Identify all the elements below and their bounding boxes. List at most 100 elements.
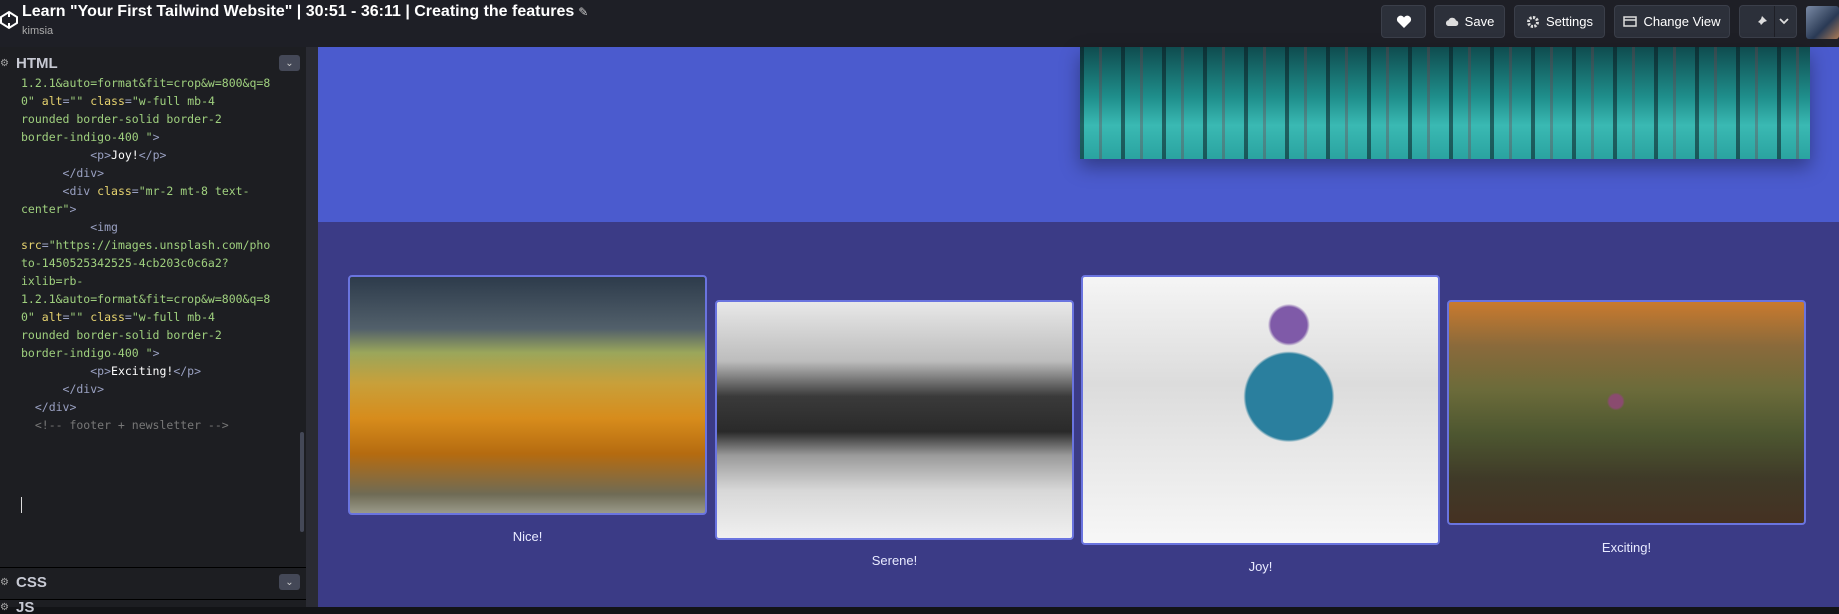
- code-line[interactable]: </div>: [21, 164, 105, 182]
- code-line[interactable]: 1.2.1&auto=format&fit=crop&w=800&q=8: [21, 290, 270, 308]
- code-line[interactable]: rounded border-solid border-2: [21, 110, 222, 128]
- code-line[interactable]: border-indigo-400 ">: [21, 344, 160, 362]
- skier-in-snow-photo: [1081, 275, 1440, 545]
- code-token: =: [62, 310, 70, 324]
- code-token: <img: [21, 220, 118, 234]
- settings-button[interactable]: Settings: [1514, 5, 1605, 38]
- code-token: </div>: [21, 166, 105, 180]
- code-token: <p>: [21, 364, 112, 378]
- chevron-down-icon[interactable]: ⌄: [279, 574, 300, 590]
- code-line[interactable]: ixlib=rb-: [21, 272, 83, 290]
- card-caption: Exciting!: [1601, 540, 1652, 555]
- settings-label: Settings: [1546, 14, 1593, 29]
- resize-handle[interactable]: [306, 47, 318, 607]
- code-token: rounded border-solid border-2: [21, 112, 222, 126]
- code-token: <!-- footer + newsletter -->: [21, 418, 229, 432]
- code-token: ixlib=rb-: [21, 274, 84, 288]
- code-token: </p>: [173, 364, 202, 378]
- save-button[interactable]: Save: [1434, 5, 1505, 38]
- save-label: Save: [1464, 14, 1495, 29]
- html-pane-header[interactable]: ⚙ HTML ⌄: [0, 52, 306, 74]
- html-pane-title: HTML: [16, 54, 58, 72]
- cloud-icon: [1445, 17, 1458, 26]
- code-token: </div>: [21, 382, 105, 396]
- code-token: to-1450525342525-4cb203c0c6a2?: [21, 256, 229, 270]
- code-line[interactable]: <p>Joy!</p>: [21, 146, 166, 164]
- code-token: class: [83, 310, 125, 324]
- code-line[interactable]: 0" alt="" class="w-full mb-4: [21, 308, 215, 326]
- preview-frame: Nice! Serene! Joy! Exciting!: [318, 47, 1839, 607]
- code-token: "": [69, 310, 84, 324]
- code-token: class: [83, 94, 125, 108]
- code-editor-panel: ⚙ HTML ⌄ 1.2.1&auto=format&fit=crop&w=80…: [0, 47, 306, 614]
- code-line[interactable]: <p>Exciting!</p>: [21, 362, 201, 380]
- code-token: >: [152, 346, 160, 360]
- code-token: 0": [21, 94, 35, 108]
- edit-pencil-icon[interactable]: ✎: [578, 5, 588, 19]
- text-cursor: [21, 497, 22, 513]
- author-name[interactable]: kimsia: [22, 25, 53, 37]
- code-token: =: [131, 184, 139, 198]
- code-token: 1.2.1&auto=format&fit=crop&w=800&q=8: [21, 292, 271, 306]
- code-token: alt: [34, 310, 63, 324]
- pen-title-text: Learn "Your First Tailwind Website" | 30…: [22, 3, 575, 20]
- hero-section: [318, 47, 1839, 222]
- code-token: <p>: [21, 148, 112, 162]
- gear-icon: [1527, 15, 1539, 28]
- code-token: "mr-2 mt-8 text-: [138, 184, 250, 198]
- code-line[interactable]: src="https://images.unsplash.com/pho: [21, 236, 270, 254]
- code-line[interactable]: </div>: [21, 398, 77, 416]
- code-line[interactable]: center">: [21, 200, 76, 218]
- code-token: =: [41, 238, 49, 252]
- heart-icon: [1396, 15, 1411, 28]
- code-line[interactable]: <div class="mr-2 mt-8 text-: [21, 182, 250, 200]
- code-line[interactable]: rounded border-solid border-2: [21, 326, 222, 344]
- codepen-logo-icon[interactable]: [0, 9, 18, 31]
- code-line[interactable]: </div>: [21, 380, 105, 398]
- code-line[interactable]: <!-- footer + newsletter -->: [21, 416, 229, 434]
- css-gear-icon[interactable]: ⚙: [0, 577, 10, 588]
- css-pane-title: CSS: [16, 573, 47, 591]
- code-token: alt: [34, 94, 63, 108]
- css-pane-header[interactable]: ⚙ CSS ⌄: [0, 567, 306, 596]
- code-token: "w-full mb-4: [131, 310, 215, 324]
- code-token: Exciting!: [111, 364, 174, 378]
- pin-button[interactable]: [1739, 5, 1797, 38]
- code-token: </p>: [138, 148, 167, 162]
- code-token: Joy!: [111, 148, 139, 162]
- code-token: rounded border-solid border-2: [21, 328, 222, 342]
- code-token: src: [21, 238, 42, 252]
- code-line[interactable]: 1.2.1&auto=format&fit=crop&w=800&q=8: [21, 74, 270, 92]
- code-line[interactable]: border-indigo-400 ">: [21, 128, 160, 146]
- teal-forest-photo: [1080, 47, 1810, 159]
- code-line[interactable]: 0" alt="" class="w-full mb-4: [21, 92, 215, 110]
- like-button[interactable]: [1381, 5, 1426, 38]
- code-token: =: [124, 94, 132, 108]
- top-bar: Learn "Your First Tailwind Website" | 30…: [0, 0, 1839, 48]
- pin-icon: [1756, 15, 1767, 27]
- code-token: "": [69, 94, 84, 108]
- layout-icon: [1623, 16, 1638, 27]
- pen-title[interactable]: Learn "Your First Tailwind Website" | 30…: [22, 3, 588, 21]
- code-line[interactable]: <img: [21, 218, 118, 236]
- code-token: 0": [21, 310, 35, 324]
- card-caption: Joy!: [1248, 559, 1273, 574]
- code-token: =: [124, 310, 132, 324]
- chevron-down-icon[interactable]: ⌄: [279, 55, 300, 71]
- chevron-down-icon[interactable]: [1778, 16, 1790, 26]
- code-token: "w-full mb-4: [131, 94, 215, 108]
- code-scrollbar[interactable]: [300, 432, 304, 532]
- code-token: border-indigo-400 ": [21, 130, 153, 144]
- code-token: "https://images.unsplash.com/pho: [48, 238, 271, 252]
- hot-air-balloon-photo: [1447, 300, 1806, 525]
- snowy-town-bw-photo: [715, 300, 1074, 540]
- js-gear-icon[interactable]: ⚙: [0, 602, 10, 613]
- html-gear-icon[interactable]: ⚙: [0, 58, 10, 69]
- change-view-button[interactable]: Change View: [1614, 5, 1730, 38]
- user-avatar[interactable]: [1806, 6, 1839, 39]
- code-token: >: [152, 130, 160, 144]
- code-line[interactable]: to-1450525342525-4cb203c0c6a2?: [21, 254, 229, 272]
- change-view-label: Change View: [1643, 14, 1721, 29]
- code-token: center": [21, 202, 70, 216]
- code-token: border-indigo-400 ": [21, 346, 153, 360]
